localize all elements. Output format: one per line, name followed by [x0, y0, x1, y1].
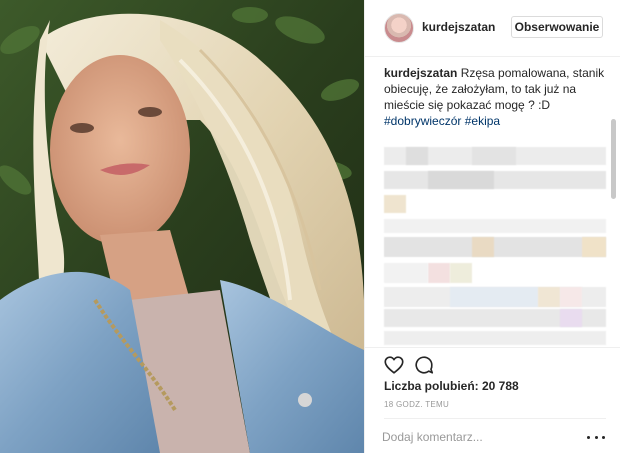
blurred-comment: [384, 171, 606, 189]
post-timestamp[interactable]: 18 GODZ. TEMU: [384, 400, 449, 409]
blurred-comment: [450, 287, 538, 307]
blurred-comment: [428, 171, 494, 189]
blurred-comment: [538, 287, 560, 307]
avatar[interactable]: [384, 13, 414, 43]
blurred-comment: [384, 195, 406, 213]
hashtag-link[interactable]: #ekipa: [465, 114, 500, 128]
follow-button[interactable]: Obserwowanie: [511, 16, 603, 38]
blurred-comment: [384, 263, 428, 283]
post-photo-image: [0, 0, 364, 453]
heart-icon[interactable]: [383, 354, 405, 376]
more-dot: [594, 435, 598, 439]
blurred-comment: [406, 147, 428, 165]
comment-input[interactable]: [382, 426, 582, 448]
more-icon[interactable]: [587, 432, 605, 442]
username[interactable]: kurdejszatan: [422, 20, 495, 34]
blurred-comment: [560, 309, 582, 327]
blurred-comment: [450, 263, 472, 283]
post-sidebar: kurdejszatan Obserwowanie kurdejszatan R…: [364, 0, 620, 453]
blurred-comment: [384, 331, 606, 345]
blurred-comments: [384, 145, 606, 345]
more-dot: [602, 435, 605, 439]
blurred-comment: [428, 263, 450, 283]
scrollbar-thumb[interactable]: [611, 119, 616, 199]
comment-icon[interactable]: [413, 354, 435, 376]
likes-count[interactable]: Liczba polubień: 20 788: [384, 379, 519, 393]
post-photo[interactable]: [0, 0, 364, 453]
more-dot: [587, 435, 590, 439]
blurred-comment: [384, 219, 606, 233]
blurred-comment: [472, 147, 516, 165]
divider: [384, 418, 606, 419]
blurred-comment: [384, 237, 606, 257]
post-actions: Liczba polubień: 20 788 18 GODZ. TEMU: [365, 347, 620, 453]
post-header: kurdejszatan Obserwowanie: [365, 0, 620, 57]
blurred-comment: [560, 287, 582, 307]
hashtag-link[interactable]: #dobrywieczór: [384, 114, 461, 128]
blurred-comment: [582, 237, 606, 257]
blurred-comment: [472, 237, 494, 257]
post-caption: kurdejszatan Rzęsa pomalowana, stanik ob…: [384, 65, 606, 129]
comments-section: kurdejszatan Rzęsa pomalowana, stanik ob…: [365, 57, 620, 347]
caption-username[interactable]: kurdejszatan: [384, 66, 457, 80]
